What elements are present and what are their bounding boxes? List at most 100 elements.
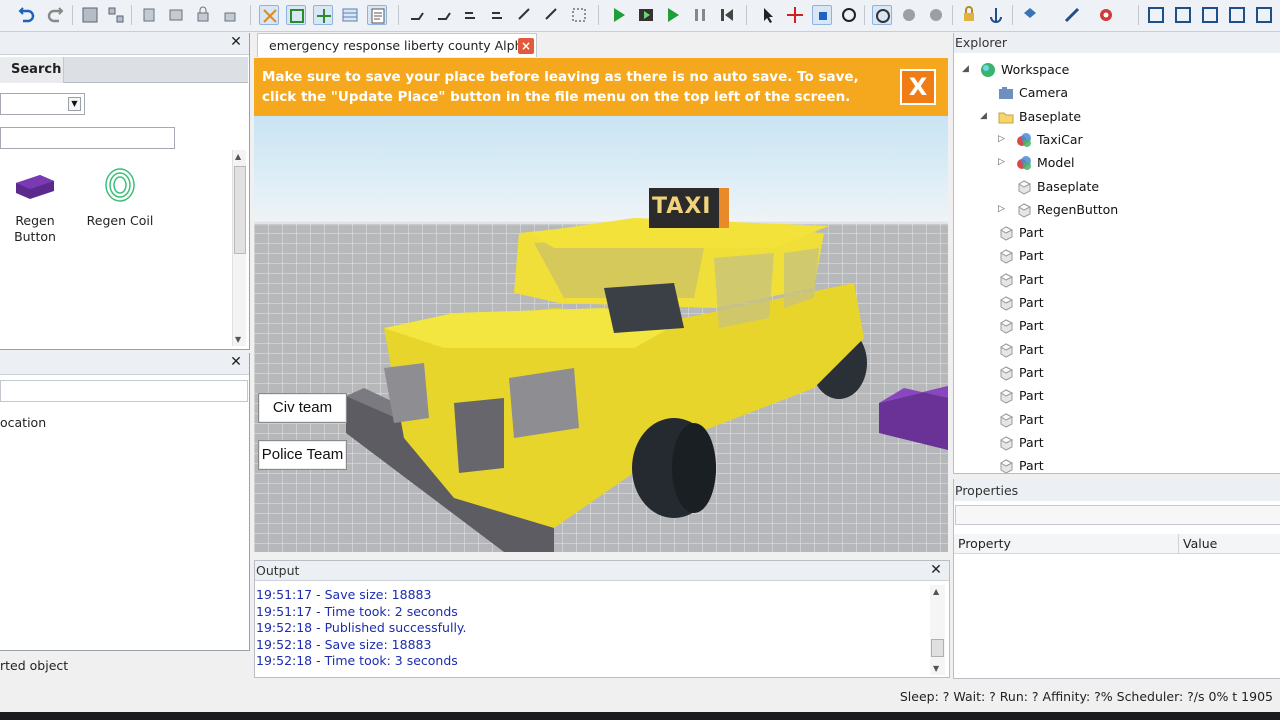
pause-icon[interactable]	[690, 5, 710, 25]
tree-row-taxicar[interactable]: ▷ TaxiCar	[954, 128, 1280, 151]
basic-objects-search-input[interactable]	[0, 380, 248, 402]
weld-icon[interactable]	[166, 5, 186, 25]
collision-icon[interactable]	[872, 5, 892, 25]
script-icon[interactable]	[367, 5, 387, 25]
tree-row-baseplate[interactable]: Baseplate	[954, 175, 1280, 198]
document-tab[interactable]: emergency response liberty county Alpha …	[257, 33, 537, 57]
move-mode-icon[interactable]	[286, 5, 306, 25]
tree-row-part[interactable]: Part	[954, 244, 1280, 267]
material-icon[interactable]	[1062, 5, 1082, 25]
collapse-icon[interactable]: ◢	[962, 58, 972, 81]
properties-filter-input[interactable]	[955, 505, 1280, 525]
zoom-icon[interactable]	[515, 5, 535, 25]
join-icon[interactable]	[926, 5, 946, 25]
stop-icon[interactable]	[717, 5, 737, 25]
scroll-down-icon[interactable]: ▼	[933, 664, 939, 673]
run-icon[interactable]	[636, 5, 656, 25]
output-scrollbar[interactable]: ▲ ▼	[930, 585, 945, 675]
redo-icon[interactable]	[45, 5, 65, 25]
save-notice-text: Make sure to save your place before leav…	[262, 67, 882, 107]
constraint-icon[interactable]	[899, 5, 919, 25]
undo-icon[interactable]	[17, 5, 37, 25]
unlock-icon[interactable]	[220, 5, 240, 25]
tree-row-part[interactable]: Part	[954, 221, 1280, 244]
rotate-part-icon[interactable]	[839, 5, 859, 25]
select-mode-icon[interactable]	[259, 5, 279, 25]
scroll-up-icon[interactable]: ▲	[235, 152, 241, 161]
expand-icon[interactable]: ▷	[998, 128, 1008, 151]
toolbox-scrollbar[interactable]: ▲ ▼	[232, 150, 246, 346]
expand-icon[interactable]: ▷	[998, 151, 1008, 174]
scroll-thumb[interactable]	[234, 166, 246, 254]
view-side-icon[interactable]	[1200, 5, 1220, 25]
tree-row-regenbutton[interactable]: ▷ RegenButton	[954, 198, 1280, 221]
part-icon	[998, 342, 1014, 358]
fit-icon[interactable]	[569, 5, 589, 25]
tree-row-model[interactable]: ▷ Model	[954, 151, 1280, 174]
group-icon[interactable]	[80, 5, 100, 25]
tree-row-part[interactable]: Part	[954, 384, 1280, 407]
scroll-thumb[interactable]	[931, 639, 944, 657]
anchor-part-icon[interactable]	[986, 5, 1006, 25]
resize-icon[interactable]	[488, 5, 508, 25]
tree-row-part[interactable]: Part	[954, 431, 1280, 454]
green-coil-icon	[105, 168, 135, 202]
tree-row-part[interactable]: Part	[954, 408, 1280, 431]
column-value[interactable]: Value	[1183, 536, 1217, 551]
civ-team-button[interactable]: Civ team	[258, 393, 347, 423]
settings-icon[interactable]	[1096, 5, 1116, 25]
tree-row-part[interactable]: Part	[954, 338, 1280, 361]
toolbox-close-icon[interactable]: ✕	[229, 35, 243, 49]
properties-header: Properties	[954, 479, 1280, 501]
view-top-icon[interactable]	[1146, 5, 1166, 25]
tree-row-part[interactable]: Part	[954, 361, 1280, 384]
category-dropdown[interactable]: ▼	[0, 93, 85, 115]
police-team-button[interactable]: Police Team	[258, 440, 347, 470]
output-close-icon[interactable]: ✕	[929, 563, 943, 577]
document-tab-close-icon[interactable]: ×	[518, 38, 534, 54]
tree-row-label: Part	[1019, 364, 1044, 380]
tab-search[interactable]: Search	[0, 57, 64, 83]
view-fit-icon[interactable]	[1227, 5, 1247, 25]
scale-mode-icon[interactable]	[313, 5, 333, 25]
paint-icon[interactable]	[1020, 5, 1040, 25]
expand-icon[interactable]: ▷	[998, 198, 1008, 221]
tree-row-part[interactable]: Part	[954, 454, 1280, 473]
anchor-icon[interactable]	[139, 5, 159, 25]
drag-icon[interactable]	[407, 5, 427, 25]
column-property[interactable]: Property	[958, 536, 1011, 551]
tree-row-part[interactable]: Part	[954, 291, 1280, 314]
scale-icon[interactable]	[812, 5, 832, 25]
lock-part-icon[interactable]	[959, 5, 979, 25]
rotate-icon[interactable]	[434, 5, 454, 25]
ungroup-icon[interactable]	[106, 5, 126, 25]
tree-row-part[interactable]: Part	[954, 314, 1280, 337]
basic-objects-close-icon[interactable]: ✕	[229, 355, 243, 369]
column-divider[interactable]	[1178, 534, 1179, 554]
tree-row-workspace[interactable]: ◢ Workspace	[954, 58, 1280, 81]
play-solo-icon[interactable]	[609, 5, 629, 25]
pointer-icon[interactable]	[758, 5, 778, 25]
scroll-down-icon[interactable]: ▼	[235, 335, 241, 344]
play-icon[interactable]	[663, 5, 683, 25]
toolbox-item-regen-button[interactable]: Regen Button	[0, 169, 75, 245]
chevron-down-icon[interactable]: ▼	[68, 97, 81, 111]
view-back-icon[interactable]	[1254, 5, 1274, 25]
basic-objects-row[interactable]: ocation	[0, 415, 46, 430]
tilt-icon[interactable]	[461, 5, 481, 25]
rotate-tool-icon[interactable]	[542, 5, 562, 25]
tree-row-baseplate[interactable]: ◢ Baseplate	[954, 105, 1280, 128]
move-icon[interactable]	[785, 5, 805, 25]
scroll-up-icon[interactable]: ▲	[933, 587, 939, 596]
view-front-icon[interactable]	[1173, 5, 1193, 25]
toolbox-search-input[interactable]	[0, 127, 175, 149]
tree-row-part[interactable]: Part	[954, 268, 1280, 291]
grid-icon[interactable]	[340, 5, 360, 25]
lock-icon[interactable]	[193, 5, 213, 25]
properties-panel: Properties Property Value	[953, 479, 1280, 679]
tree-row-camera[interactable]: Camera	[954, 81, 1280, 104]
collapse-icon[interactable]: ◢	[980, 105, 990, 128]
3d-viewport[interactable]: TAXI Make sure to save your place before…	[254, 58, 948, 552]
notice-close-button[interactable]: X	[900, 69, 936, 105]
toolbox-item-regen-coil[interactable]: Regen Coil	[80, 165, 160, 229]
